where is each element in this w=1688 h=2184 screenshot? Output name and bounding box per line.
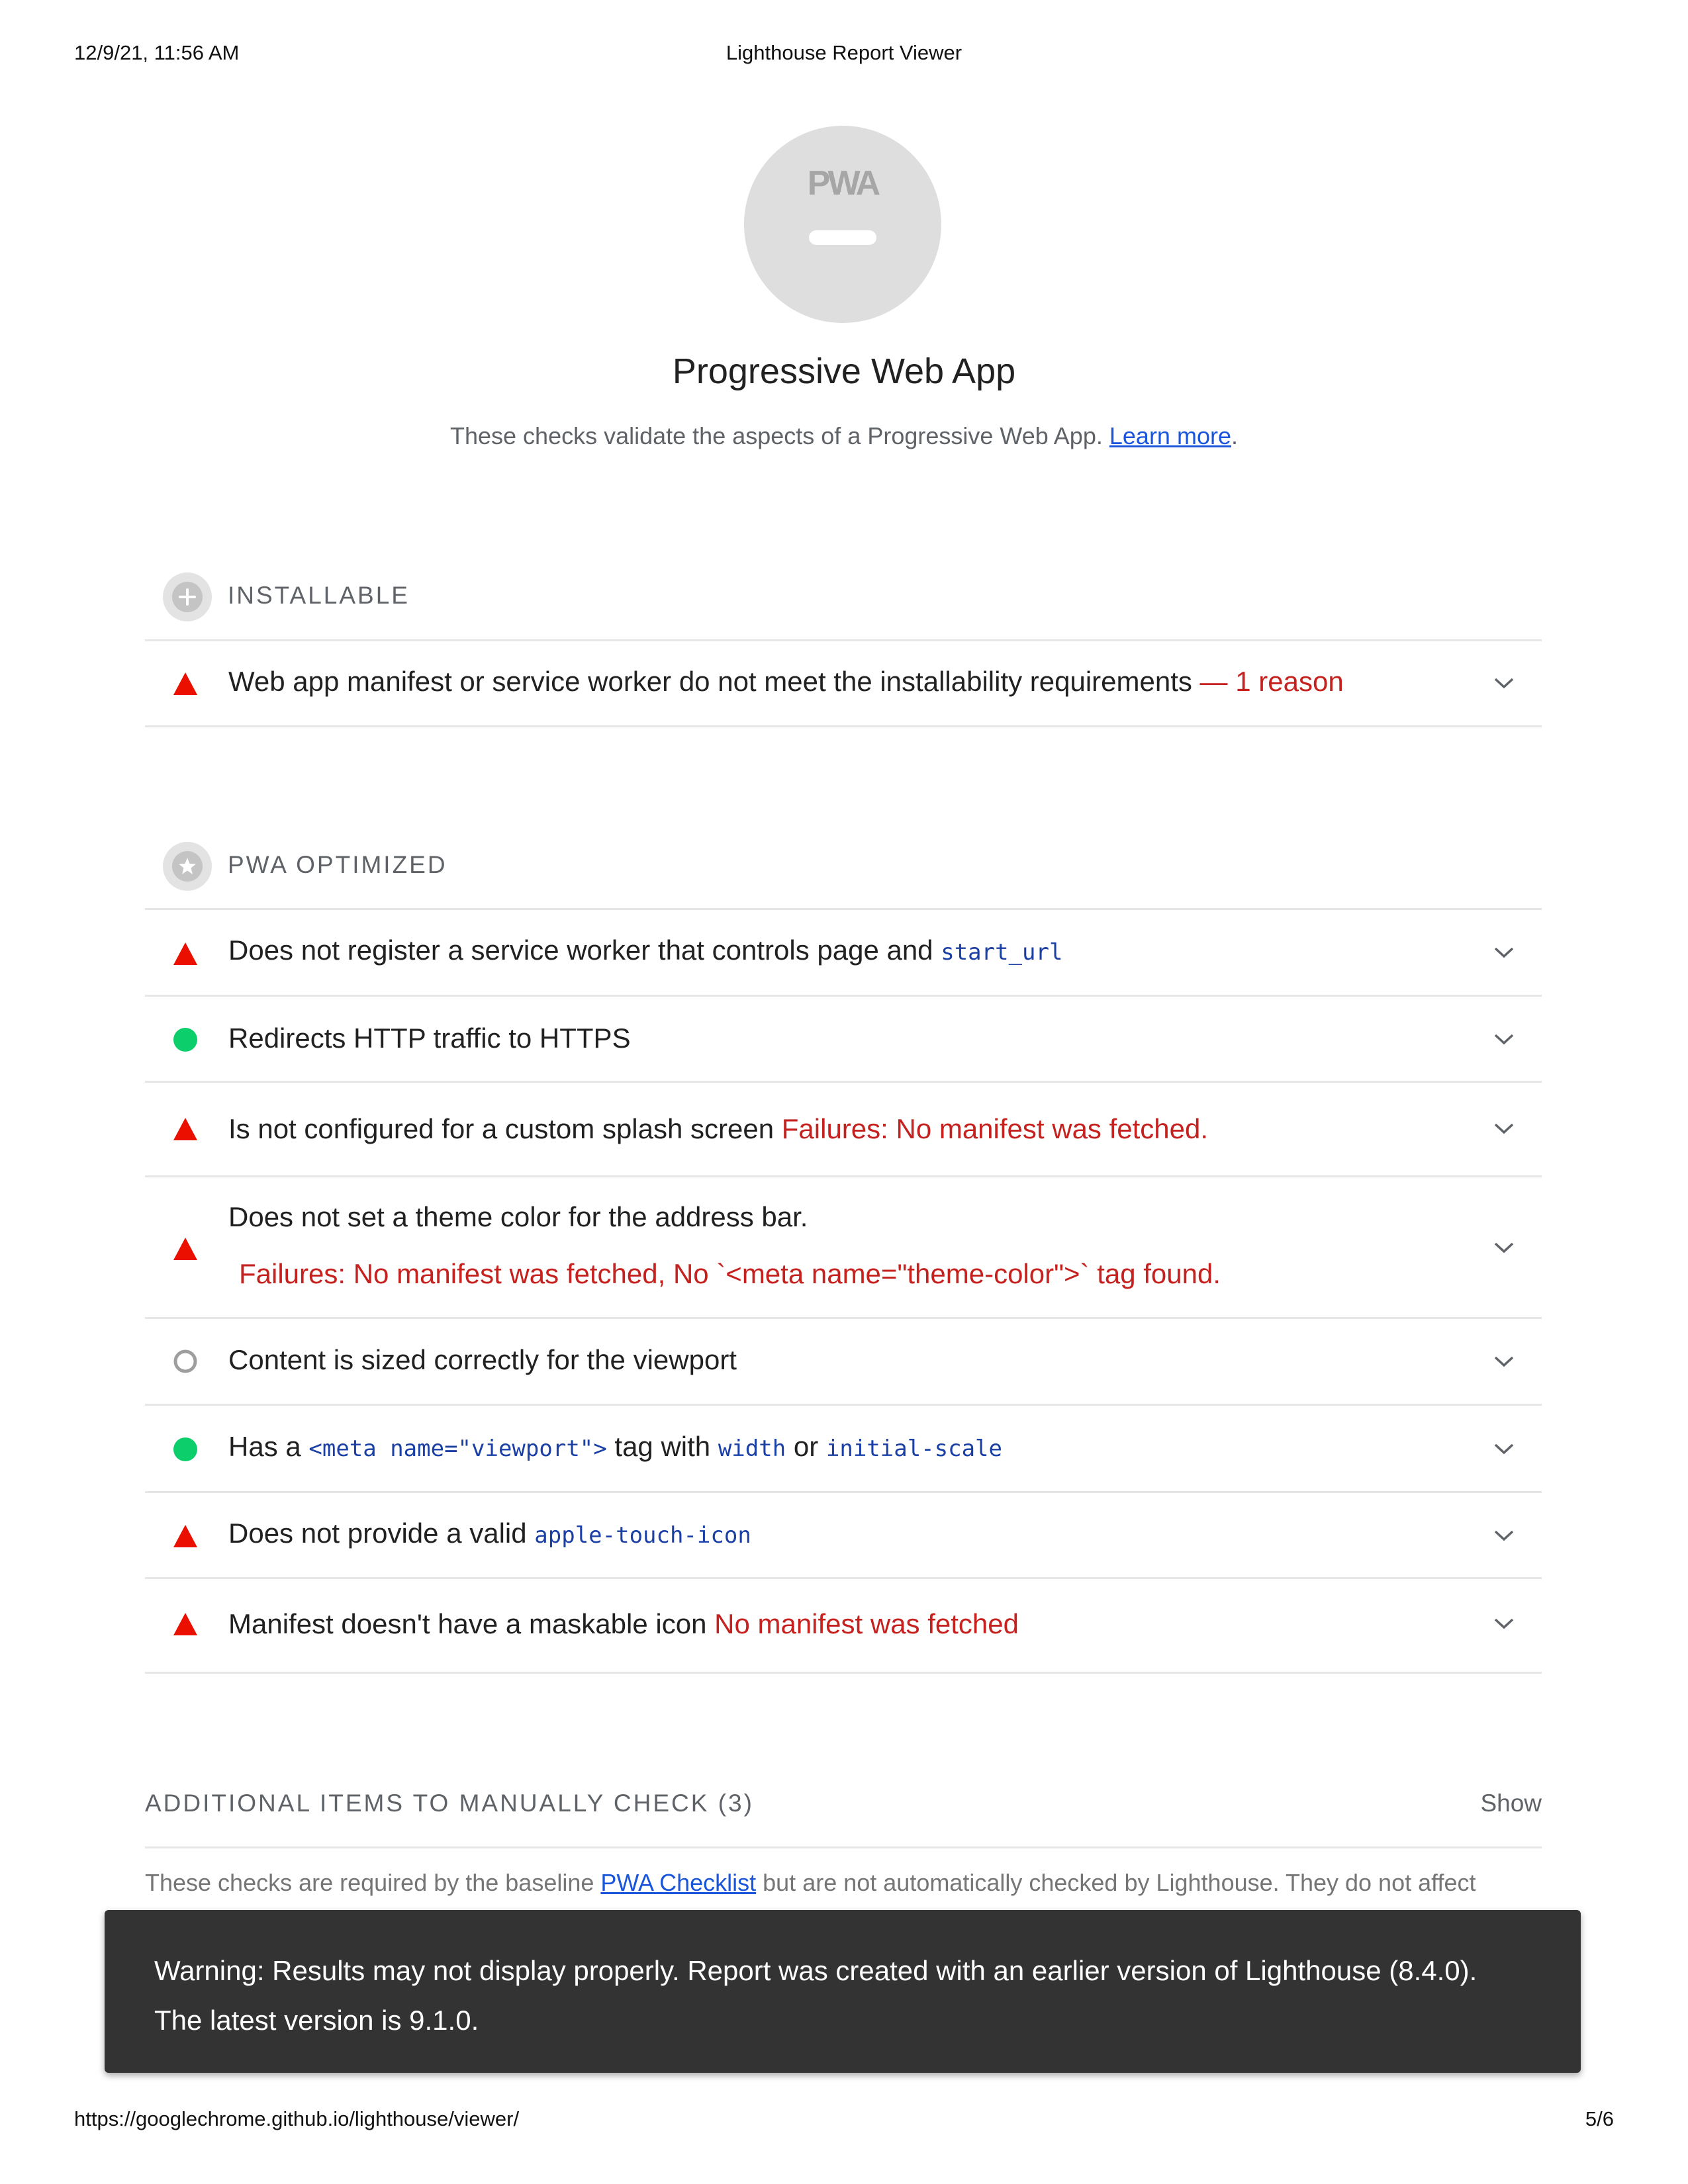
chevron-down-icon[interactable] — [1493, 1528, 1515, 1543]
star-icon — [163, 842, 212, 891]
fail-triangle-icon — [173, 1613, 197, 1635]
audit-failure: Failures: No manifest was fetched. — [781, 1113, 1209, 1144]
warning-text-line2: The latest version is 9.1.0. — [154, 2005, 479, 2036]
fail-triangle-icon — [173, 942, 197, 965]
print-page-number: 5/6 — [1585, 2107, 1614, 2130]
pass-circle-icon — [173, 1437, 197, 1461]
audit-title: Redirects HTTP traffic to HTTPS — [228, 1023, 631, 1054]
audit-viewport[interactable]: Has a <meta name="viewport"> tag with wi… — [145, 1406, 1542, 1491]
learn-more-link[interactable]: Learn more — [1109, 422, 1231, 449]
audit-title: Web app manifest or service worker do no… — [228, 666, 1192, 697]
divider — [145, 725, 1542, 727]
audit-https-redirect[interactable]: Redirects HTTP traffic to HTTPS — [145, 997, 1542, 1081]
audit-code: start_url — [941, 939, 1063, 966]
chevron-down-icon[interactable] — [1493, 1032, 1515, 1046]
audit-splash-screen[interactable]: Is not configured for a custom splash sc… — [145, 1083, 1542, 1175]
audit-maskable-icon[interactable]: Manifest doesn't have a maskable icon No… — [145, 1579, 1542, 1672]
audit-failure: Failures: No manifest was fetched, No `<… — [239, 1258, 1221, 1289]
chevron-down-icon[interactable] — [1493, 676, 1515, 690]
audit-failure: No manifest was fetched — [714, 1608, 1019, 1639]
audit-content-width[interactable]: Content is sized correctly for the viewp… — [145, 1319, 1542, 1404]
audit-title: Is not configured for a custom splash sc… — [228, 1113, 782, 1144]
audit-installable-manifest[interactable]: Web app manifest or service worker do no… — [145, 641, 1542, 725]
print-title: Lighthouse Report Viewer — [726, 41, 962, 64]
audit-reason-count: — 1 reason — [1192, 666, 1344, 697]
gauge-dash-icon — [809, 230, 876, 245]
pwa-logo-icon: PWA — [808, 164, 883, 203]
fail-triangle-icon — [173, 1525, 197, 1547]
category-description: These checks validate the aspects of a P… — [449, 422, 1238, 449]
print-header: 12/9/21, 11:56 AM Lighthouse Report View… — [74, 41, 1614, 68]
print-url: https://googlechrome.github.io/lighthous… — [74, 2107, 520, 2130]
chevron-down-icon[interactable] — [1493, 945, 1515, 960]
print-footer: https://googlechrome.github.io/lighthous… — [74, 2107, 1614, 2134]
pwa-checklist-link[interactable]: PWA Checklist — [600, 1869, 756, 1896]
not-applicable-circle-icon — [173, 1349, 197, 1373]
divider — [145, 1672, 1542, 1674]
fail-triangle-icon — [173, 672, 197, 695]
chevron-down-icon[interactable] — [1493, 1240, 1515, 1255]
manual-checks-description: These checks are required by the baselin… — [145, 1869, 1476, 1896]
fail-triangle-icon — [173, 1118, 197, 1140]
category-title: Progressive Web App — [672, 351, 1016, 391]
svg-text:PWA: PWA — [808, 164, 880, 203]
group-title-pwa-optimized: PWA OPTIMIZED — [228, 851, 447, 878]
warning-text-line1: Warning: Results may not display properl… — [154, 1955, 1477, 1986]
audit-apple-touch-icon[interactable]: Does not provide a valid apple-touch-ico… — [145, 1493, 1542, 1577]
audit-title: Does not register a service worker that … — [228, 934, 941, 966]
audit-theme-color[interactable]: Does not set a theme color for the addre… — [145, 1177, 1542, 1317]
audit-title: Content is sized correctly for the viewp… — [228, 1344, 737, 1375]
plus-icon — [163, 572, 212, 621]
chevron-down-icon[interactable] — [1493, 1441, 1515, 1456]
version-warning-toast: Warning: Results may not display properl… — [105, 1910, 1581, 2073]
group-title-installable: INSTALLABLE — [228, 582, 410, 609]
audit-title: Manifest doesn't have a maskable icon — [228, 1608, 715, 1639]
divider — [145, 1846, 1542, 1848]
audit-title: Does not set a theme color for the addre… — [228, 1201, 808, 1232]
manual-checks-show-toggle[interactable]: Show — [1480, 1790, 1542, 1817]
fail-triangle-icon — [173, 1238, 197, 1260]
manual-checks-title: ADDITIONAL ITEMS TO MANUALLY CHECK (3) — [145, 1790, 754, 1817]
audit-title: Does not provide a valid — [228, 1518, 535, 1549]
pwa-gauge: PWA — [744, 126, 941, 323]
audit-code: initial-scale — [825, 1435, 1002, 1462]
pass-circle-icon — [173, 1028, 197, 1052]
chevron-down-icon[interactable] — [1493, 1616, 1515, 1631]
audit-code: width — [718, 1435, 786, 1462]
chevron-down-icon[interactable] — [1493, 1354, 1515, 1369]
audit-service-worker[interactable]: Does not register a service worker that … — [145, 910, 1542, 995]
chevron-down-icon[interactable] — [1493, 1121, 1515, 1136]
audit-code: apple-touch-icon — [534, 1522, 751, 1549]
audit-code: <meta name="viewport"> — [308, 1435, 607, 1462]
